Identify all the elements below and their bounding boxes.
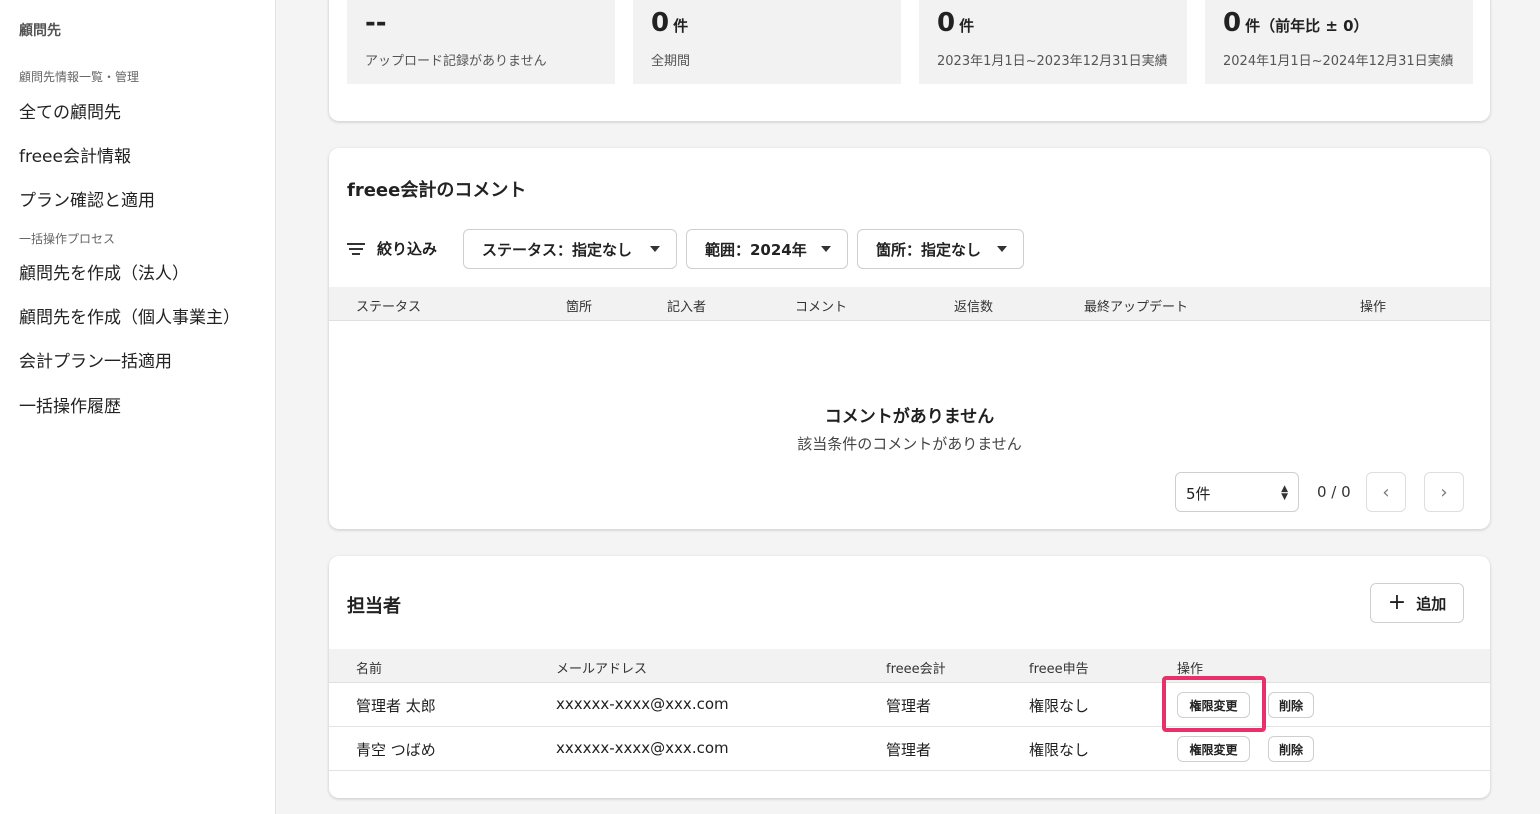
stat-desc: 2023年1月1日~2023年12月31日実績 [937,54,1168,69]
col-tax: freee申告 [1029,662,1089,677]
col-comment[interactable]: コメント [795,296,847,315]
person-tax-role: 権限なし [1029,741,1090,759]
sidebar: 顧問先 顧問先情報一覧・管理 全ての顧問先 freee会計情報 プラン確認と適用… [0,0,276,814]
plus-icon: + [1387,590,1407,615]
stat-value: 0 件（前年比 ± 0） [1223,8,1369,38]
next-page-button[interactable]: › [1424,472,1464,512]
select-arrows-icon: ▲ ▼ [1281,484,1288,502]
delete-button[interactable]: 削除 [1268,692,1314,718]
sidebar-section-bulk: 一括操作プロセス [19,232,116,246]
caret-down-icon [821,246,831,252]
sidebar-section-manage: 顧問先情報一覧・管理 [19,70,140,84]
table-row: 青空 つばめ xxxxxx-xxxx@xxx.com 管理者 権限なし 権限変更… [329,727,1490,771]
person-accounting-role: 管理者 [886,697,932,715]
stats-card: -- アップロード記録がありません 0件 全期間 0件 2023年1月1日~20… [329,0,1490,121]
page-info: 0 / 0 [1317,483,1351,501]
person-accounting-role: 管理者 [886,741,932,759]
page-size-value: 5件 [1186,485,1211,503]
col-accounting: freee会計 [886,662,946,677]
stat-value: -- [365,8,387,38]
stat-2024: 0 件（前年比 ± 0） 2024年1月1日~2024年12月31日実績 [1205,0,1473,84]
col-actions: 操作 [1177,662,1204,677]
sidebar-item-plan[interactable]: プラン確認と適用 [19,186,155,211]
filter-toggle[interactable]: 絞り込み [347,238,437,259]
col-replies[interactable]: 返信数 [954,296,993,315]
empty-subtitle: 該当条件のコメントがありません [797,435,1022,453]
change-permission-button[interactable]: 権限変更 [1177,736,1250,762]
persons-title: 担当者 [347,596,401,617]
chevron-left-icon: ‹ [1382,481,1390,503]
place-filter-dropdown[interactable]: 箇所：指定なし [857,229,1024,269]
sidebar-item-create-corp[interactable]: 顧問先を作成（法人） [19,259,189,284]
sidebar-item-history[interactable]: 一括操作履歴 [19,392,121,417]
filter-label: 絞り込み [377,240,438,258]
comments-title: freee会計のコメント [347,180,527,201]
stat-desc: 全期間 [651,54,691,69]
sidebar-title: 顧問先 [19,23,61,39]
change-permission-button[interactable]: 権限変更 [1177,692,1250,718]
chevron-right-icon: › [1440,481,1448,503]
main-content: -- アップロード記録がありません 0件 全期間 0件 2023年1月1日~20… [276,0,1540,814]
prev-page-button[interactable]: ‹ [1366,472,1406,512]
person-tax-role: 権限なし [1029,697,1090,715]
person-name: 青空 つばめ [356,741,436,759]
dropdown-label: 範囲：2024年 [705,240,807,259]
status-filter-dropdown[interactable]: ステータス：指定なし [463,229,677,269]
stat-value: 0件 [651,8,689,38]
person-email: xxxxxx-xxxx@xxx.com [556,739,729,757]
col-name: 名前 [356,662,383,677]
persons-table-header: 名前 メールアドレス freee会計 freee申告 操作 [329,649,1490,683]
stat-desc: アップロード記録がありません [365,54,547,69]
delete-button[interactable]: 削除 [1268,736,1314,762]
dropdown-label: ステータス：指定なし [482,240,633,259]
page-size-select[interactable]: 5件 ▲ ▼ [1175,472,1299,512]
sidebar-item-create-individual[interactable]: 顧問先を作成（個人事業主） [19,303,240,328]
comments-card: freee会計のコメント 絞り込み ステータス：指定なし 範囲：2024年 箇所… [329,148,1490,529]
add-button-label: 追加 [1416,594,1447,613]
col-place[interactable]: 箇所 [566,296,592,315]
table-row: 管理者 太郎 xxxxxx-xxxx@xxx.com 管理者 権限なし 権限変更… [329,683,1490,727]
caret-down-icon [650,246,660,252]
filter-icon [347,242,367,256]
stat-all-period: 0件 全期間 [633,0,901,84]
comments-table-header: ステータス 箇所 記入者 コメント 返信数 最終アップデート 操作 [329,287,1490,321]
col-actions: 操作 [1360,300,1387,315]
col-status[interactable]: ステータス [356,296,421,315]
person-email: xxxxxx-xxxx@xxx.com [556,695,729,713]
person-name: 管理者 太郎 [356,697,436,715]
stat-upload: -- アップロード記録がありません [347,0,615,84]
sidebar-item-all-clients[interactable]: 全ての顧問先 [19,98,121,123]
col-author[interactable]: 記入者 [667,296,706,315]
sidebar-item-freee-info[interactable]: freee会計情報 [19,142,131,167]
sidebar-item-plan-bulk[interactable]: 会計プラン一括適用 [19,347,172,372]
range-filter-dropdown[interactable]: 範囲：2024年 [686,229,848,269]
add-person-button[interactable]: + 追加 [1370,583,1464,623]
stat-2023: 0件 2023年1月1日~2023年12月31日実績 [919,0,1187,84]
col-email: メールアドレス [556,662,648,677]
stat-desc: 2024年1月1日~2024年12月31日実績 [1223,54,1454,69]
stat-value: 0件 [937,8,975,38]
persons-card: 担当者 + 追加 名前 メールアドレス freee会計 freee申告 操作 管… [329,556,1490,798]
dropdown-label: 箇所：指定なし [876,240,982,259]
col-updated[interactable]: 最終アップデート [1084,296,1188,315]
caret-down-icon [997,246,1007,252]
empty-title: コメントがありません [824,407,995,427]
